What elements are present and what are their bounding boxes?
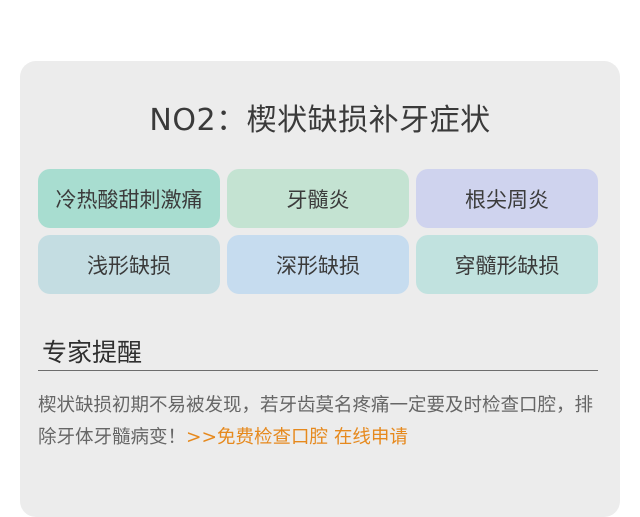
divider (38, 370, 598, 371)
expert-tips-text: 楔状缺损初期不易被发现，若牙齿莫名疼痛一定要及时检查口腔，排除牙体牙髓病变！>>… (38, 390, 604, 454)
expert-tips-heading: 专家提醒 (42, 338, 143, 367)
symptom-tag[interactable]: 冷热酸甜刺激痛 (38, 169, 220, 228)
free-checkup-link[interactable]: >>免费检查口腔 在线申请 (186, 427, 408, 448)
symptom-tag[interactable]: 深形缺损 (227, 235, 409, 294)
section-title-symptoms: NO2：楔状缺损补牙症状 (149, 103, 491, 138)
symptom-tag[interactable]: 牙髓炎 (227, 169, 409, 228)
symptoms-card: NO2：楔状缺损补牙症状 冷热酸甜刺激痛 牙髓炎 根尖周炎 浅形缺损 深形缺损 … (20, 61, 620, 517)
symptom-tag[interactable]: 穿髓形缺损 (416, 235, 598, 294)
symptom-tag[interactable]: 根尖周炎 (416, 169, 598, 228)
symptom-tag[interactable]: 浅形缺损 (38, 235, 220, 294)
symptom-grid: 冷热酸甜刺激痛 牙髓炎 根尖周炎 浅形缺损 深形缺损 穿髓形缺损 (38, 169, 598, 294)
